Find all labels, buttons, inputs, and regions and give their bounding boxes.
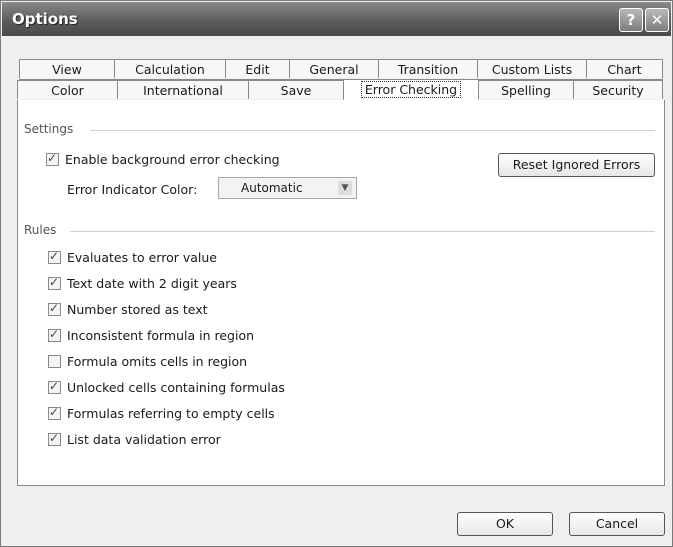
error-indicator-color-label: Error Indicator Color: [67,182,198,197]
rule-checkbox-box[interactable] [48,327,61,342]
tab-general[interactable]: General [289,59,379,78]
rule-evaluates-error-checkbox[interactable]: Evaluates to error value [48,248,217,266]
rule-checkbox-box[interactable] [48,249,61,264]
rule-label: List data validation error [67,431,221,447]
rule-number-as-text-checkbox[interactable]: Number stored as text [48,300,208,318]
enable-background-checkbox-box[interactable] [46,151,59,166]
tab-row-2: Color International Save Error Checking … [17,79,663,101]
error-checking-panel: Settings Enable background error checkin… [17,100,665,486]
dropdown-arrow-icon[interactable]: ▼ [338,181,352,195]
rules-section-label: Rules [24,223,57,237]
rule-checkbox-box[interactable] [48,405,61,420]
rule-label: Number stored as text [67,301,208,317]
title-bar[interactable]: Options ? ✕ [2,2,671,36]
tab-error-checking-label: Error Checking [360,81,462,98]
cancel-button[interactable]: Cancel [569,512,665,536]
error-indicator-color-value: Automatic [241,181,303,195]
tab-view[interactable]: View [19,59,115,78]
rules-separator [70,231,655,232]
enable-background-label: Enable background error checking [65,151,280,167]
dialog-title: Options [12,10,78,28]
rule-checkbox-box[interactable] [48,431,61,446]
help-icon[interactable]: ? [619,8,643,32]
tab-error-checking[interactable]: Error Checking [343,79,479,100]
rule-empty-cells-checkbox[interactable]: Formulas referring to empty cells [48,404,275,422]
rule-text-date-checkbox[interactable]: Text date with 2 digit years [48,274,237,292]
tab-international[interactable]: International [117,80,249,99]
settings-separator [90,130,655,131]
rule-label: Formulas referring to empty cells [67,405,275,421]
rule-label: Text date with 2 digit years [67,275,237,291]
ok-button[interactable]: OK [457,512,553,536]
rule-list-validation-checkbox[interactable]: List data validation error [48,430,221,448]
tab-edit[interactable]: Edit [225,59,290,78]
options-dialog: Options ? ✕ View Calculation Edit Genera… [0,0,673,547]
rule-checkbox-box[interactable] [48,354,61,368]
rule-label: Evaluates to error value [67,249,217,265]
rule-checkbox-box[interactable] [48,275,61,290]
rule-label: Inconsistent formula in region [67,327,255,343]
tab-spelling[interactable]: Spelling [478,80,574,99]
close-icon[interactable]: ✕ [645,8,669,32]
reset-ignored-errors-button[interactable]: Reset Ignored Errors [498,153,655,177]
settings-section-label: Settings [24,122,74,136]
tab-chart[interactable]: Chart [586,59,663,78]
rule-checkbox-box[interactable] [48,379,61,394]
rule-formula-omits-cells-checkbox[interactable]: Formula omits cells in region [48,352,247,370]
tab-calculation[interactable]: Calculation [114,59,226,78]
enable-background-checking-checkbox[interactable]: Enable background error checking [46,150,280,168]
tab-save[interactable]: Save [248,80,344,99]
error-indicator-color-select[interactable]: Automatic ▼ [218,177,357,199]
tab-transition[interactable]: Transition [378,59,478,78]
rule-unlocked-cells-checkbox[interactable]: Unlocked cells containing formulas [48,378,285,396]
rule-inconsistent-formula-checkbox[interactable]: Inconsistent formula in region [48,326,254,344]
tab-custom-lists[interactable]: Custom Lists [477,59,587,78]
tab-security[interactable]: Security [573,80,663,99]
rule-checkbox-box[interactable] [48,301,61,316]
tab-color[interactable]: Color [17,80,118,99]
rule-label: Formula omits cells in region [67,353,248,369]
rule-label: Unlocked cells containing formulas [67,379,285,395]
tab-row-1: View Calculation Edit General Transition… [19,59,663,80]
